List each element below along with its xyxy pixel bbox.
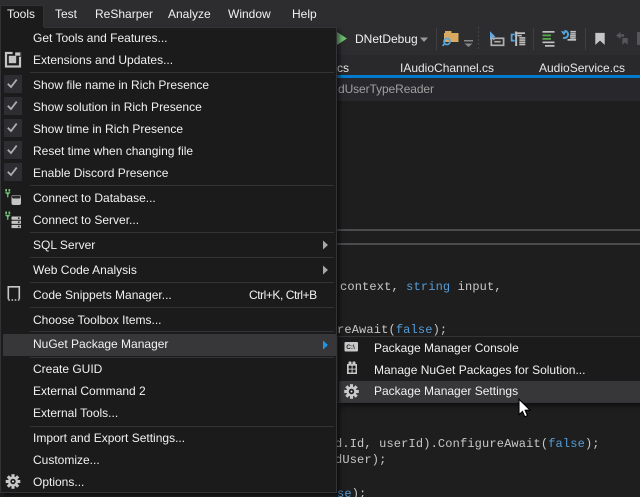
svg-text:C:\: C:\ [346,344,355,351]
